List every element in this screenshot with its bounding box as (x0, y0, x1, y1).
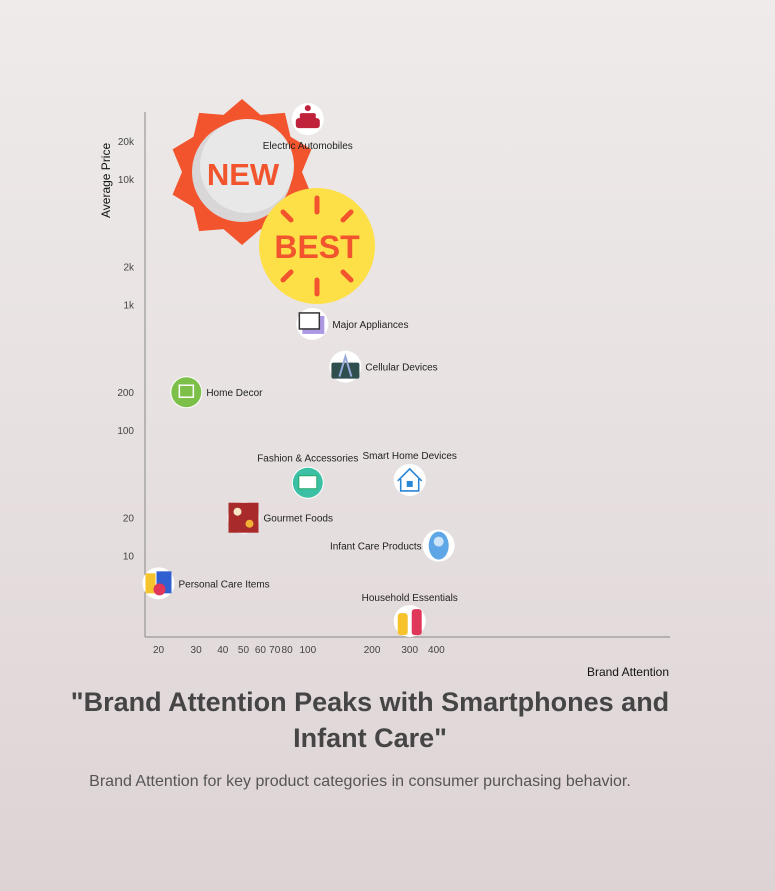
y-tick-label: 20 (123, 514, 135, 525)
y-tick-label: 10k (118, 175, 135, 186)
x-ticks: 20 30 40 50 60 70 80 100 200 300 400 (153, 645, 445, 656)
x-tick-label: 100 (299, 645, 316, 656)
point-label: Gourmet Foods (264, 514, 333, 525)
y-tick-label: 10 (123, 552, 135, 563)
home-decor-icon (170, 376, 203, 409)
cell-tower-icon (329, 350, 362, 383)
x-axis-label: Brand Attention (587, 665, 669, 679)
best-badge-icon: BEST (259, 188, 375, 304)
point-label: Smart Home Devices (362, 451, 456, 462)
y-ticks: 10 20 100 200 1k 2k 10k 20k (117, 137, 135, 562)
point-label: Household Essentials (362, 593, 458, 604)
fashion-icon (291, 466, 324, 499)
infant-icon (422, 529, 455, 562)
point-label: Electric Automobiles (263, 141, 353, 152)
scatter-chart: 20 30 40 50 60 70 80 100 200 300 400 10 20 100 200 1k 2… (99, 99, 670, 679)
electric-car-icon (291, 103, 324, 136)
x-tick-label: 50 (238, 645, 250, 656)
appliance-icon (296, 307, 329, 340)
x-tick-label: 80 (282, 645, 294, 656)
smart-home-icon (393, 463, 426, 496)
chart-subtitle: Brand Attention for key product categori… (89, 773, 631, 790)
x-tick-label: 40 (217, 645, 229, 656)
chart-title: "Brand Attention Peaks with Smartphones … (70, 687, 670, 753)
y-tick-label: 20k (118, 137, 135, 148)
point-label: Personal Care Items (179, 579, 270, 590)
point-label: Major Appliances (332, 320, 408, 331)
point-label: Home Decor (206, 388, 263, 399)
gourmet-icon (227, 501, 260, 534)
x-tick-label: 400 (428, 645, 445, 656)
best-badge-text: BEST (274, 229, 360, 265)
personal-care-icon (142, 567, 175, 600)
x-tick-label: 60 (255, 645, 267, 656)
y-axis-label: Average Price (99, 143, 113, 218)
x-tick-label: 300 (401, 645, 418, 656)
point-label: Cellular Devices (365, 363, 437, 374)
y-tick-label: 200 (117, 388, 134, 399)
x-tick-label: 200 (364, 645, 381, 656)
y-tick-label: 1k (123, 301, 135, 312)
x-tick-label: 30 (191, 645, 203, 656)
bottles-icon (393, 605, 426, 638)
x-tick-label: 20 (153, 645, 165, 656)
new-badge-text: NEW (207, 157, 280, 192)
point-label: Infant Care Products (330, 542, 422, 553)
y-tick-label: 2k (123, 263, 135, 274)
y-tick-label: 100 (117, 426, 134, 437)
point-label: Fashion & Accessories (257, 454, 358, 465)
x-tick-label: 70 (269, 645, 281, 656)
